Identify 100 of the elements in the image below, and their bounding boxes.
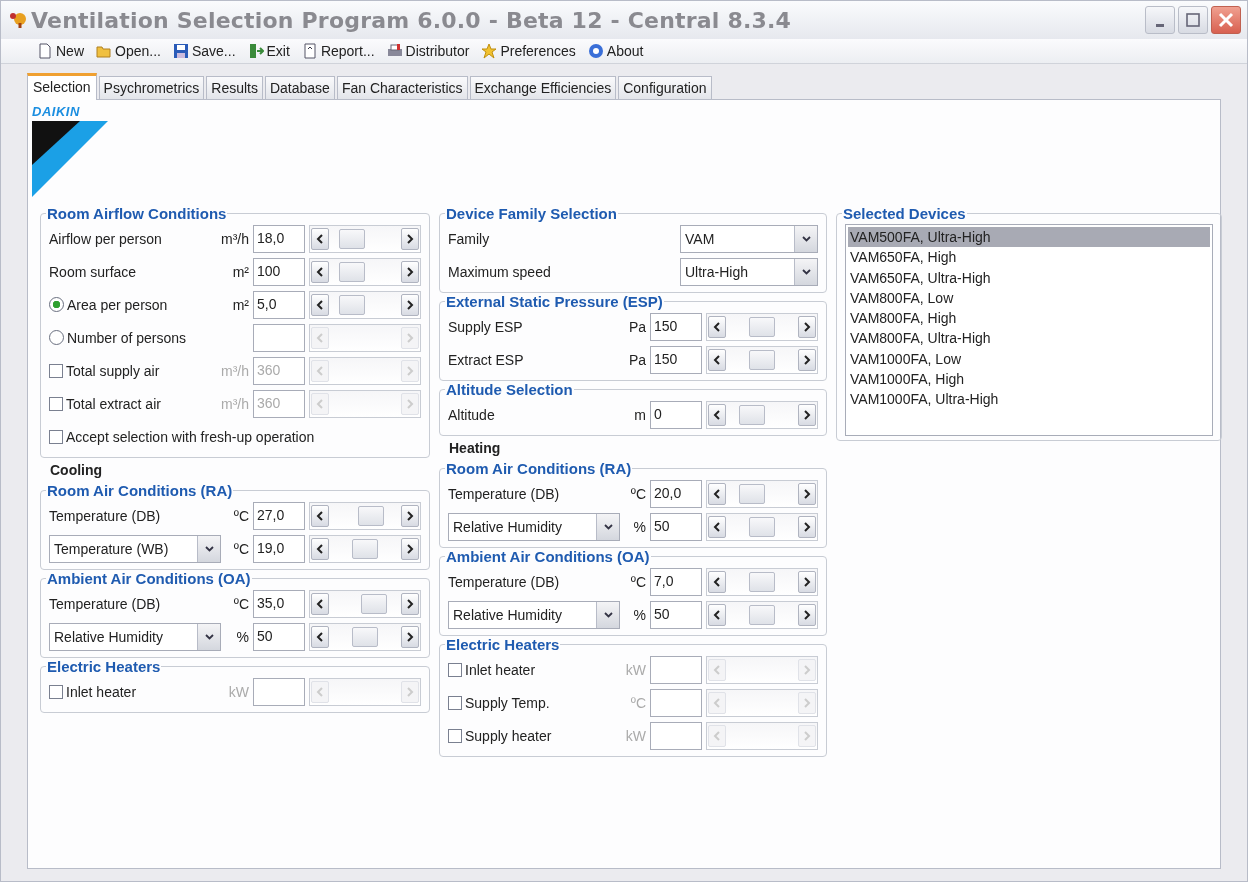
- list-item[interactable]: VAM650FA, Ultra-High: [848, 267, 1210, 288]
- unit-label: m³/h: [221, 395, 249, 412]
- slider[interactable]: [309, 290, 421, 319]
- input-field[interactable]: 7,0: [650, 567, 702, 596]
- tab[interactable]: Selection: [27, 73, 97, 100]
- slider-thumb[interactable]: [352, 626, 378, 647]
- group-title: Room Air Conditions (RA): [445, 460, 633, 477]
- input-field[interactable]: [253, 323, 305, 352]
- slider[interactable]: [706, 600, 818, 629]
- slider-thumb[interactable]: [749, 316, 775, 337]
- input-field[interactable]: 20,0: [650, 479, 702, 508]
- input-field[interactable]: 150: [650, 312, 702, 341]
- input-field[interactable]: 27,0: [253, 501, 305, 530]
- slider-thumb[interactable]: [749, 349, 775, 370]
- tab[interactable]: Database: [264, 76, 335, 99]
- input-field[interactable]: [650, 655, 702, 684]
- maximize-button[interactable]: [1178, 6, 1208, 34]
- slider[interactable]: [309, 622, 421, 651]
- list-item[interactable]: VAM800FA, Ultra-High: [848, 328, 1210, 349]
- slider[interactable]: [309, 501, 421, 530]
- input-field[interactable]: 0: [650, 400, 702, 429]
- dropdown[interactable]: Relative Humidity: [448, 512, 620, 541]
- minimize-button[interactable]: [1145, 6, 1175, 34]
- dropdown[interactable]: Ultra-High: [680, 257, 818, 286]
- checkbox-label: Supply heater: [465, 727, 552, 744]
- list-item[interactable]: VAM1000FA, Ultra-High: [848, 389, 1210, 410]
- toolbar-button[interactable]: Distributor: [382, 43, 474, 59]
- caret-icon: [801, 235, 811, 242]
- slider[interactable]: [706, 479, 818, 508]
- input-field[interactable]: 50: [253, 622, 305, 651]
- slider[interactable]: [706, 512, 818, 541]
- slider[interactable]: [309, 224, 421, 253]
- dropdown[interactable]: Temperature (WB): [49, 534, 221, 563]
- list-item[interactable]: VAM1000FA, Low: [848, 348, 1210, 370]
- slider-thumb[interactable]: [749, 604, 775, 625]
- slider-thumb[interactable]: [360, 593, 387, 614]
- input-field[interactable]: 50: [650, 600, 702, 629]
- field-label: Temperature (DB): [49, 595, 161, 612]
- field-label: Supply ESP: [448, 318, 523, 335]
- slider[interactable]: [706, 400, 818, 429]
- input-field[interactable]: [253, 677, 305, 706]
- toolbar-button[interactable]: Exit: [243, 43, 294, 59]
- unit-label: kW: [228, 683, 249, 700]
- input-field[interactable]: 50: [650, 512, 702, 541]
- toolbar-button[interactable]: Preferences: [477, 43, 580, 59]
- list-item[interactable]: VAM650FA, High: [848, 247, 1210, 268]
- slider-thumb[interactable]: [739, 483, 766, 504]
- slider[interactable]: [706, 345, 818, 374]
- page-icon: [37, 43, 53, 59]
- toolbar-button[interactable]: New: [33, 43, 88, 59]
- toolbar-button[interactable]: About: [583, 43, 648, 59]
- group-title: Ambient Air Conditions (OA): [46, 570, 252, 587]
- slider-thumb[interactable]: [749, 571, 775, 592]
- input-field[interactable]: 150: [650, 345, 702, 374]
- input-field[interactable]: 35,0: [253, 589, 305, 618]
- toolbar-button[interactable]: Save...: [168, 43, 240, 59]
- slider[interactable]: [309, 589, 421, 618]
- list-item[interactable]: VAM800FA, High: [848, 308, 1210, 329]
- slider-thumb[interactable]: [338, 261, 365, 282]
- dropdown[interactable]: VAM: [680, 224, 818, 253]
- toolbar-button[interactable]: Open...: [92, 43, 165, 59]
- input-field[interactable]: 18,0: [253, 224, 305, 253]
- dropdown[interactable]: Relative Humidity: [448, 600, 620, 629]
- caret-icon: [204, 633, 214, 640]
- input-field[interactable]: 5,0: [253, 290, 305, 319]
- checkbox[interactable]: [49, 429, 63, 444]
- slider[interactable]: [309, 257, 421, 286]
- input-field[interactable]: 19,0: [253, 534, 305, 563]
- slider-thumb[interactable]: [338, 228, 365, 249]
- slider[interactable]: [706, 312, 818, 341]
- star-icon: [481, 43, 498, 59]
- tab[interactable]: Results: [206, 76, 263, 99]
- tab[interactable]: Configuration: [618, 76, 712, 99]
- radio-button[interactable]: [49, 297, 64, 312]
- slider-thumb[interactable]: [739, 404, 766, 425]
- slider-thumb[interactable]: [357, 505, 384, 526]
- group-title: Device Family Selection: [445, 205, 618, 222]
- dropdown[interactable]: Relative Humidity: [49, 622, 221, 651]
- slider-thumb[interactable]: [749, 516, 775, 537]
- field-label: Extract ESP: [448, 351, 524, 368]
- tab[interactable]: Fan Characteristics: [336, 76, 468, 99]
- folder-icon: [96, 43, 112, 59]
- tab[interactable]: Psychrometrics: [98, 76, 205, 99]
- slider[interactable]: [706, 567, 818, 596]
- slider[interactable]: [309, 534, 421, 563]
- close-button[interactable]: [1211, 6, 1241, 34]
- list-item[interactable]: VAM800FA, Low: [848, 287, 1210, 309]
- toolbar-button[interactable]: Report...: [297, 43, 379, 59]
- input-field[interactable]: [650, 688, 702, 717]
- unit-label: %: [633, 606, 646, 623]
- input-field[interactable]: 100: [253, 257, 305, 286]
- unit-label: ºC: [233, 540, 249, 557]
- list-item[interactable]: VAM500FA, Ultra-High: [848, 227, 1210, 248]
- unit-label: ºC: [630, 485, 646, 502]
- slider-thumb[interactable]: [338, 294, 365, 315]
- field-label: Airflow per person: [49, 230, 162, 247]
- tab[interactable]: Exchange Efficiencies: [469, 76, 617, 99]
- slider-thumb[interactable]: [352, 538, 378, 559]
- list-item[interactable]: VAM1000FA, High: [848, 369, 1210, 390]
- input-field[interactable]: [650, 721, 702, 750]
